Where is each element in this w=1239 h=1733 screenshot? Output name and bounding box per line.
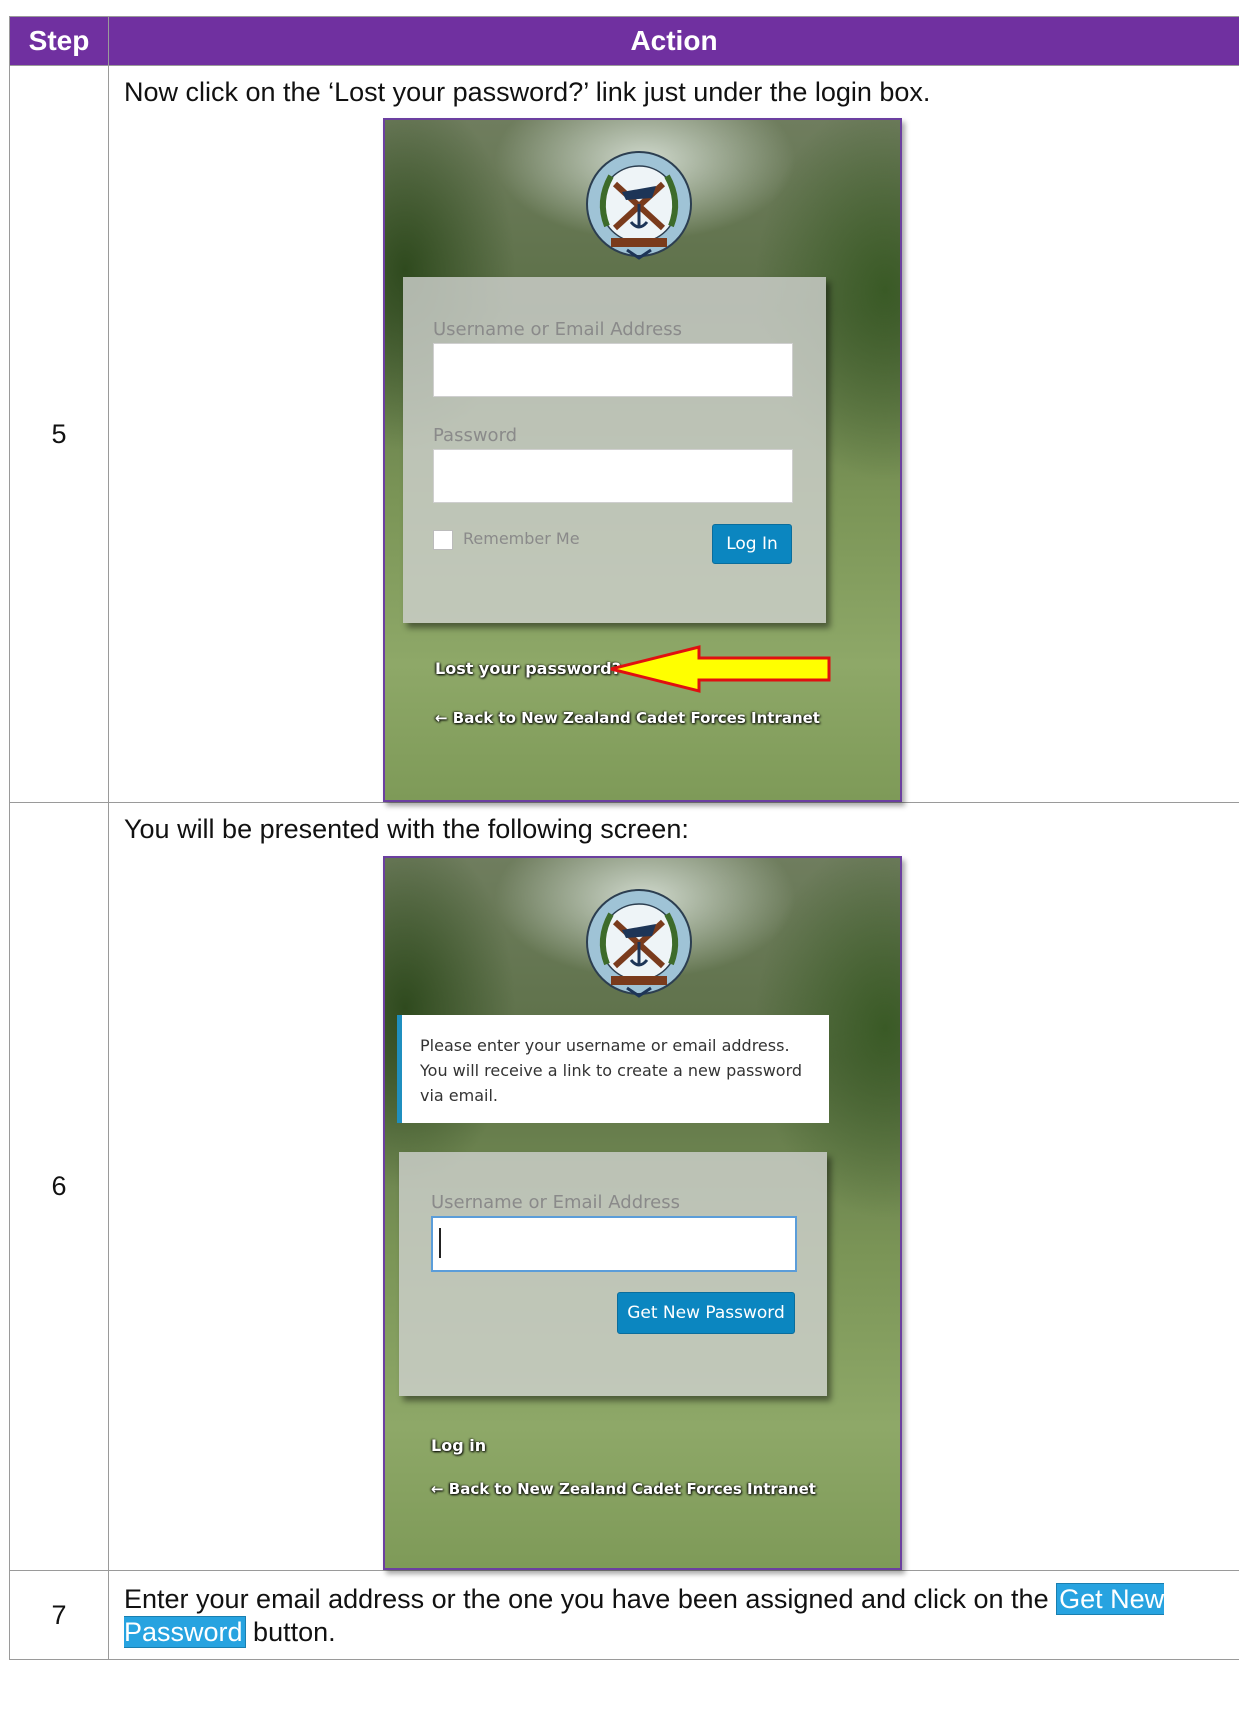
login-screenshot: Username or Email Address Password Remem… [383, 118, 902, 802]
step-number: 5 [9, 65, 109, 803]
lost-password-link[interactable]: Lost your password? [435, 659, 621, 678]
action-cell: Enter your email address or the one you … [108, 1570, 1239, 1660]
table-row: 6 You will be presented with the followi… [9, 802, 1239, 1571]
back-to-intranet-link[interactable]: ← Back to New Zealand Cadet Forces Intra… [431, 1480, 816, 1498]
arrow-pointer-icon [610, 645, 831, 693]
instruction-text: Enter your email address or the one you … [109, 1571, 1239, 1659]
username-input[interactable] [433, 343, 793, 397]
step-header: Step [9, 16, 109, 66]
log-in-button[interactable]: Log In [712, 524, 792, 564]
action-header: Action [108, 16, 1239, 66]
get-new-password-button[interactable]: Get New Password [617, 1292, 795, 1334]
action-cell: Now click on the ‘Lost your password?’ l… [108, 65, 1239, 803]
username-label: Username or Email Address [431, 1192, 680, 1213]
username-input[interactable] [431, 1216, 797, 1272]
step-number: 6 [9, 802, 109, 1571]
log-in-link[interactable]: Log in [431, 1436, 486, 1455]
table-row: 5 Now click on the ‘Lost your password?’… [9, 65, 1239, 803]
instruction-text-end: button. [245, 1617, 336, 1647]
reset-notice-message: Please enter your username or email addr… [397, 1015, 829, 1123]
step-number: 7 [9, 1570, 109, 1660]
text-cursor [439, 1228, 441, 1258]
nz-cadet-forces-emblem-icon [586, 889, 692, 998]
password-input[interactable] [433, 449, 793, 503]
instruction-text: You will be presented with the following… [124, 814, 689, 844]
table-row: 7 Enter your email address or the one yo… [9, 1570, 1239, 1660]
remember-me-checkbox[interactable] [433, 530, 453, 550]
table-header-row: Step Action [9, 16, 1239, 66]
login-card: Username or Email Address Password Remem… [403, 277, 826, 623]
password-label: Password [433, 425, 518, 446]
instruction-text: Now click on the ‘Lost your password?’ l… [124, 77, 931, 107]
nz-cadet-forces-emblem-icon [586, 151, 692, 260]
action-cell: You will be presented with the following… [108, 802, 1239, 1571]
reset-password-screenshot: Please enter your username or email addr… [383, 856, 902, 1570]
steps-table: Step Action 5 Now click on the ‘Lost you… [9, 16, 1239, 1660]
reset-card: Username or Email Address Get New Passwo… [399, 1152, 827, 1396]
instruction-text-start: Enter your email address or the one you … [124, 1584, 1057, 1614]
remember-me-label: Remember Me [463, 529, 580, 548]
username-label: Username or Email Address [433, 319, 682, 340]
back-to-intranet-link[interactable]: ← Back to New Zealand Cadet Forces Intra… [435, 709, 820, 727]
